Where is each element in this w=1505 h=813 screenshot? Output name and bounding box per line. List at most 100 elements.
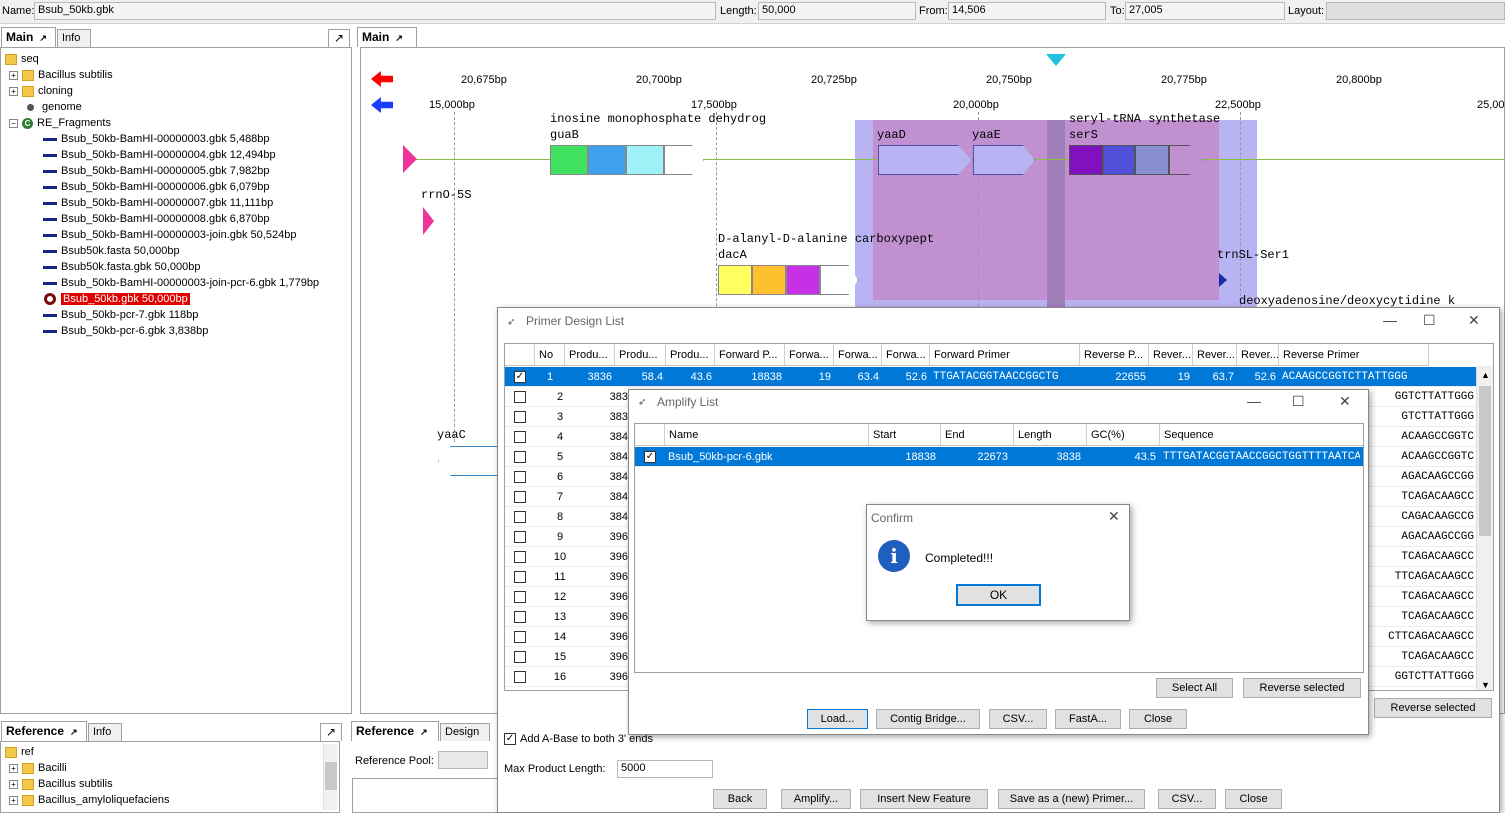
close-icon[interactable]: ✕: [1468, 312, 1480, 329]
select-all-button[interactable]: Select All: [1156, 678, 1233, 698]
close-button[interactable]: Close: [1225, 789, 1282, 809]
ref-item[interactable]: + Bacilli: [9, 762, 67, 778]
feature-sers[interactable]: [1069, 145, 1203, 175]
to-field[interactable]: 27,005: [1125, 2, 1285, 20]
row-checkbox[interactable]: [514, 451, 526, 463]
scroll-down-icon[interactable]: ▼: [1481, 680, 1490, 690]
tab-reference[interactable]: Reference ↗: [1, 721, 87, 741]
from-field[interactable]: 14,506: [948, 2, 1106, 20]
amplify-button[interactable]: Amplify...: [781, 789, 851, 809]
tree-fragment-item[interactable]: Bsub_50kb-BamHI-00000003-join.gbk 50,524…: [43, 229, 296, 245]
tree-fragment-item[interactable]: Bsub_50kb-pcr-6.gbk 3,838bp: [43, 325, 208, 341]
column-header[interactable]: End: [941, 424, 1014, 446]
row-checkbox[interactable]: [514, 391, 526, 403]
tree-fragment-item[interactable]: Bsub_50kb-pcr-7.gbk 118bp: [43, 309, 198, 325]
maximize-icon[interactable]: ☐: [1423, 312, 1436, 329]
tree-fragment-item[interactable]: Bsub_50kb-BamHI-00000008.gbk 6,870bp: [43, 213, 270, 229]
reverse-selected-button[interactable]: Reverse selected: [1243, 678, 1361, 698]
column-header[interactable]: Forward Primer: [930, 344, 1080, 366]
column-header[interactable]: Reverse Primer: [1279, 344, 1429, 366]
column-header[interactable]: Reverse P...: [1080, 344, 1149, 366]
reverse-selected-button-bg[interactable]: Reverse selected: [1374, 698, 1492, 718]
tree-folder-cloning[interactable]: + cloning: [9, 85, 73, 101]
row-checkbox[interactable]: [514, 431, 526, 443]
marker-icon[interactable]: [1046, 54, 1066, 66]
scroll-up-icon[interactable]: ▲: [1481, 370, 1490, 380]
tree-folder-bacillus[interactable]: + Bacillus subtilis: [9, 69, 113, 85]
row-checkbox[interactable]: [514, 671, 526, 683]
ref-root[interactable]: ref: [5, 746, 34, 762]
tree-fragment-item[interactable]: Bsub_50kb-BamHI-00000007.gbk 11,111bp: [43, 197, 273, 213]
feature-guab[interactable]: [550, 145, 704, 175]
load-button[interactable]: Load...: [807, 709, 868, 729]
row-checkbox[interactable]: [514, 471, 526, 483]
tree-fragment-item[interactable]: Bsub_50kb-BamHI-00000005.gbk 7,982bp: [43, 165, 270, 181]
column-header[interactable]: Rever...: [1193, 344, 1237, 366]
pin-icon[interactable]: ↗: [420, 727, 428, 737]
tree-fragment-item[interactable]: Bsub_50kb.gbk 50,000bp: [43, 293, 190, 309]
column-header[interactable]: Forwa...: [882, 344, 930, 366]
tree-fragment-item[interactable]: Bsub_50kb-BamHI-00000003-join-pcr-6.gbk …: [43, 277, 319, 293]
expand-icon[interactable]: +: [9, 86, 18, 96]
contig-bridge-button[interactable]: Contig Bridge...: [876, 709, 980, 729]
row-checkbox[interactable]: ✓: [644, 451, 656, 463]
feature-label-guab[interactable]: guaB: [550, 128, 579, 142]
row-checkbox[interactable]: [514, 611, 526, 623]
length-field[interactable]: 50,000: [758, 2, 916, 20]
save-primer-button[interactable]: Save as a (new) Primer...: [998, 789, 1145, 809]
tree-fragment-item[interactable]: Bsub_50kb-BamHI-00000003.gbk 5,488bp: [43, 133, 270, 149]
csv-button[interactable]: CSV...: [1158, 789, 1216, 809]
tree-fragment-item[interactable]: Bsub_50kb-BamHI-00000006.gbk 6,079bp: [43, 181, 270, 197]
expand-icon[interactable]: +: [9, 779, 18, 789]
column-header[interactable]: Forward P...: [715, 344, 785, 366]
pin-icon[interactable]: ↗: [39, 33, 47, 43]
row-checkbox[interactable]: [514, 411, 526, 423]
tab-main[interactable]: Main ↗: [1, 27, 56, 47]
feature-label-yaac[interactable]: yaaC: [437, 428, 466, 442]
csv-button[interactable]: CSV...: [989, 709, 1047, 729]
row-checkbox[interactable]: ✓: [514, 371, 526, 383]
ref-item[interactable]: + Bacillus_amyloliquefaciens: [9, 794, 169, 810]
vertical-scrollbar[interactable]: ▲ ▼: [1476, 366, 1493, 690]
rrno-icon[interactable]: [423, 207, 434, 235]
column-header[interactable]: GC(%): [1087, 424, 1160, 446]
column-header[interactable]: Rever...: [1149, 344, 1193, 366]
forward-arrow-icon[interactable]: [371, 71, 393, 87]
add-abase-checkbox[interactable]: ✓: [504, 733, 516, 745]
feature-label-rrno[interactable]: rrnO-5S: [421, 188, 471, 202]
tree-genome[interactable]: genome: [27, 101, 82, 117]
pin-button[interactable]: ↗: [320, 723, 342, 741]
row-checkbox[interactable]: [514, 631, 526, 643]
column-header[interactable]: No: [535, 344, 565, 366]
feature-yaad[interactable]: [878, 145, 972, 175]
column-header[interactable]: [505, 344, 535, 366]
expand-icon[interactable]: +: [9, 795, 18, 805]
column-header[interactable]: Start: [869, 424, 941, 446]
tree-root[interactable]: seq: [5, 53, 39, 69]
pin-icon[interactable]: ↗: [395, 33, 403, 43]
close-button[interactable]: Close: [1129, 709, 1187, 729]
expand-icon[interactable]: +: [9, 763, 18, 773]
ok-button[interactable]: OK: [956, 584, 1041, 606]
feature-yaae[interactable]: [973, 145, 1035, 175]
feature-daca[interactable]: [718, 265, 858, 295]
tab-design[interactable]: Design: [440, 723, 490, 741]
feature-yaac[interactable]: [438, 446, 502, 476]
close-icon[interactable]: ✕: [1339, 393, 1351, 410]
ref-item[interactable]: + Bacillus subtilis: [9, 778, 113, 794]
fasta-button[interactable]: FastA...: [1055, 709, 1121, 729]
name-field[interactable]: Bsub_50kb.gbk: [34, 2, 716, 20]
tab-reference-info[interactable]: Info: [88, 723, 122, 741]
reference-pool-field[interactable]: [438, 751, 488, 769]
tree-re-fragments[interactable]: − C RE_Fragments: [9, 117, 111, 133]
insert-feature-button[interactable]: Insert New Feature: [860, 789, 988, 809]
tab-info[interactable]: Info: [57, 29, 91, 47]
column-header[interactable]: Produ...: [565, 344, 615, 366]
row-checkbox[interactable]: [514, 571, 526, 583]
feature-label-yaad[interactable]: yaaD: [877, 128, 906, 142]
scroll-thumb[interactable]: [325, 762, 337, 790]
pink-feature-icon[interactable]: [403, 145, 417, 173]
row-checkbox[interactable]: [514, 531, 526, 543]
minimize-icon[interactable]: —: [1247, 393, 1261, 409]
scroll-thumb[interactable]: [1479, 386, 1491, 536]
